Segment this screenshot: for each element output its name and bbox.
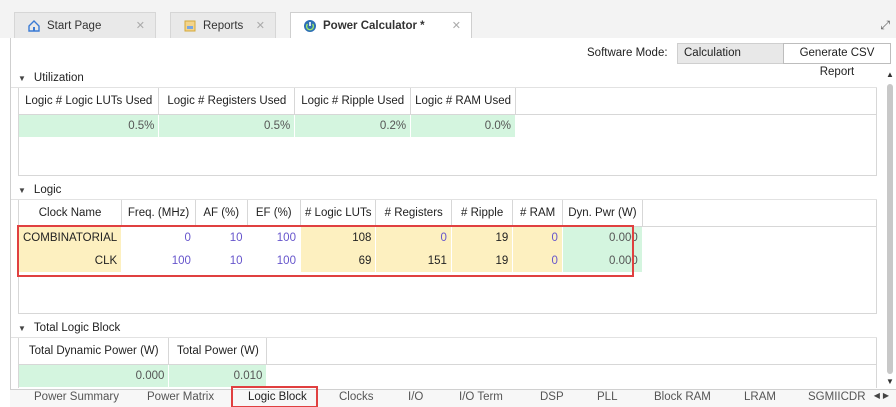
- utilization-table: Logic # Logic LUTs Used Logic # Register…: [19, 88, 876, 137]
- section-title: Utilization: [33, 72, 84, 84]
- bottom-tab-bar: Power Summary Power Matrix Logic Block C…: [10, 386, 896, 407]
- table-cell: 0.2%: [294, 114, 412, 137]
- tab-label: Reports: [203, 19, 244, 32]
- toolbar: Software Mode: Calculation Generate CSV …: [11, 38, 891, 78]
- tab-dsp[interactable]: DSP: [540, 391, 564, 403]
- column-header-empty: [266, 338, 876, 365]
- column-header[interactable]: Total Dynamic Power (W): [19, 338, 170, 365]
- vertical-scrollbar[interactable]: ▲ ▼: [886, 68, 894, 388]
- tab-power-matrix[interactable]: Power Matrix: [147, 391, 214, 403]
- scroll-up-arrow-icon[interactable]: ▲: [886, 70, 894, 79]
- column-header[interactable]: Dyn. Pwr (W): [562, 200, 643, 227]
- section-title: Total Logic Block: [33, 322, 121, 334]
- tab-power-summary[interactable]: Power Summary: [34, 391, 119, 403]
- generate-csv-report-button[interactable]: Generate CSV Report: [783, 43, 891, 78]
- power-calculator-panel: Software Mode: Calculation Generate CSV …: [10, 38, 894, 407]
- home-icon: [27, 19, 41, 33]
- utilization-section-header[interactable]: ▼ Utilization: [11, 68, 877, 88]
- empty-cell: [642, 249, 877, 272]
- tab-reports[interactable]: Reports ✕: [170, 12, 276, 38]
- table-cell: 0.010: [168, 364, 268, 387]
- table-cell: 0.000: [19, 364, 170, 387]
- column-header-empty: [515, 88, 876, 115]
- logic-table-box: Clock Name Freq. (MHz) AF (%) EF (%) # L…: [17, 200, 877, 314]
- column-header[interactable]: Clock Name: [19, 200, 123, 227]
- tab-lram[interactable]: LRAM: [744, 391, 776, 403]
- empty-cell: [642, 226, 877, 249]
- expand-icon[interactable]: ⤢: [880, 18, 890, 33]
- tab-label: Start Page: [47, 19, 102, 32]
- scrollbar-thumb[interactable]: [887, 84, 893, 374]
- column-header[interactable]: Freq. (MHz): [121, 200, 196, 227]
- column-header[interactable]: # Ripple: [451, 200, 514, 227]
- tab-scroll-arrows-icon[interactable]: ◀▶: [874, 391, 892, 400]
- collapse-caret-icon[interactable]: ▼: [18, 324, 26, 333]
- column-header[interactable]: Logic # RAM Used: [410, 88, 517, 115]
- content-scroll-area: ▼ Utilization Logic # Logic LUTs Used Log…: [11, 68, 877, 388]
- tab-start-page[interactable]: Start Page ✕: [14, 12, 156, 38]
- column-header[interactable]: AF (%): [195, 200, 248, 227]
- column-header[interactable]: Logic # Registers Used: [158, 88, 296, 115]
- utilization-table-box: Logic # Logic LUTs Used Logic # Register…: [18, 88, 877, 176]
- tab-sgmiicdr[interactable]: SGMIICDR: [808, 391, 866, 403]
- column-header-empty: [642, 200, 876, 227]
- column-header[interactable]: # Logic LUTs: [300, 200, 377, 227]
- software-mode-label: Software Mode:: [587, 47, 668, 59]
- total-table-box: Total Dynamic Power (W) Total Power (W) …: [18, 338, 877, 388]
- table-cell: 0.0%: [410, 114, 517, 137]
- close-icon[interactable]: ✕: [452, 19, 461, 32]
- tab-io[interactable]: I/O: [408, 391, 423, 403]
- highlight-box: [17, 225, 634, 277]
- table-cell: 0.5%: [158, 114, 296, 137]
- collapse-caret-icon[interactable]: ▼: [18, 74, 26, 83]
- document-tab-strip: Start Page ✕ Reports ✕ Power Calculator …: [0, 0, 896, 38]
- scroll-down-arrow-icon[interactable]: ▼: [886, 377, 894, 386]
- tab-io-term[interactable]: I/O Term: [459, 391, 503, 403]
- section-title: Logic: [33, 184, 62, 196]
- collapse-caret-icon[interactable]: ▼: [18, 186, 26, 195]
- column-header[interactable]: # Registers: [375, 200, 452, 227]
- empty-cell: [266, 364, 876, 387]
- active-tab-highlight: [231, 386, 318, 407]
- close-icon[interactable]: ✕: [136, 19, 145, 32]
- column-header[interactable]: Total Power (W): [168, 338, 268, 365]
- close-icon[interactable]: ✕: [256, 19, 265, 32]
- column-header[interactable]: Logic # Logic LUTs Used: [19, 88, 160, 115]
- table-cell: 0.5%: [19, 114, 160, 137]
- total-table: Total Dynamic Power (W) Total Power (W) …: [19, 338, 876, 387]
- empty-cell: [515, 114, 876, 137]
- total-logic-block-section-header[interactable]: ▼ Total Logic Block: [11, 318, 877, 338]
- column-header[interactable]: Logic # Ripple Used: [294, 88, 412, 115]
- tab-pll[interactable]: PLL: [597, 391, 617, 403]
- tab-clocks[interactable]: Clocks: [339, 391, 374, 403]
- tab-power-calculator[interactable]: Power Calculator * ✕: [290, 12, 472, 38]
- software-mode-select[interactable]: Calculation: [677, 43, 785, 64]
- power-calculator-icon: [303, 19, 317, 33]
- tab-block-ram[interactable]: Block RAM: [654, 391, 711, 403]
- column-header[interactable]: EF (%): [247, 200, 301, 227]
- column-header[interactable]: # RAM: [512, 200, 563, 227]
- logic-section-header[interactable]: ▼ Logic: [11, 180, 877, 200]
- tab-label: Power Calculator *: [323, 19, 425, 32]
- report-icon: [183, 19, 197, 33]
